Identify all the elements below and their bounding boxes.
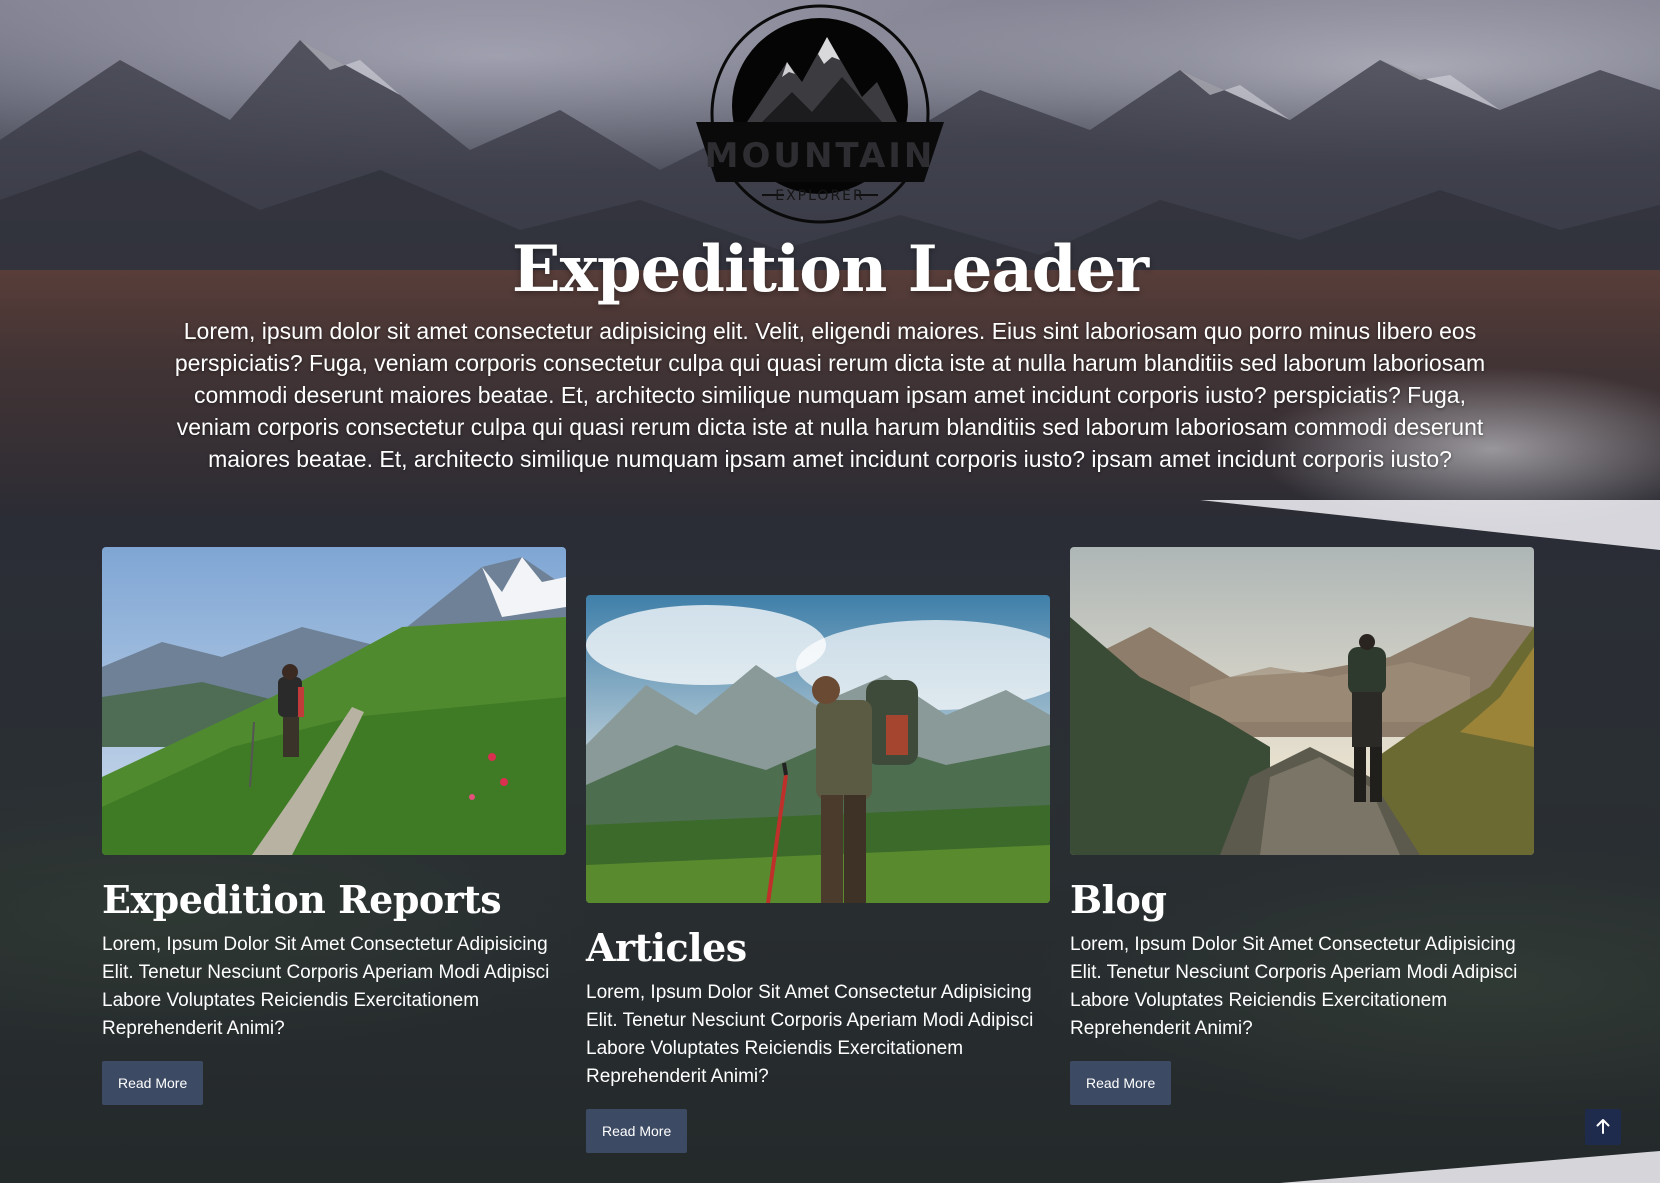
card-description: Lorem, Ipsum Dolor Sit Amet Consectetur … (586, 982, 1034, 1087)
read-more-button[interactable]: Read More (586, 1109, 688, 1153)
page-title: Expedition Leader (511, 232, 1149, 307)
card-image-backpacker[interactable] (586, 595, 1050, 903)
card-image-valley-hiker[interactable] (1070, 547, 1534, 855)
mountain-explorer-logo[interactable]: MOUNTAIN EXPLORER (692, 2, 948, 226)
card-expedition-reports: Expedition Reports Lorem, Ipsum Dolor Si… (102, 547, 566, 1105)
back-to-top-button[interactable] (1585, 1109, 1621, 1145)
hero-description: Lorem, ipsum dolor sit amet consectetur … (174, 318, 1486, 472)
card-title: Articles (586, 925, 747, 970)
arrow-up-icon (1594, 1117, 1612, 1138)
card-title: Blog (1070, 877, 1167, 922)
card-title: Expedition Reports (102, 877, 502, 922)
card-articles: Articles Lorem, Ipsum Dolor Sit Amet Con… (586, 595, 1050, 1153)
card-image-hiker-trail[interactable] (102, 547, 566, 855)
card-description: Lorem, Ipsum Dolor Sit Amet Consectetur … (102, 934, 550, 1039)
card-description: Lorem, Ipsum Dolor Sit Amet Consectetur … (1070, 934, 1518, 1039)
read-more-button[interactable]: Read More (102, 1061, 204, 1105)
card-blog: Blog Lorem, Ipsum Dolor Sit Amet Consect… (1070, 547, 1534, 1105)
read-more-button[interactable]: Read More (1070, 1061, 1172, 1105)
logo-tagline: EXPLORER (775, 188, 865, 204)
logo-wordmark: MOUNTAIN (705, 136, 936, 176)
